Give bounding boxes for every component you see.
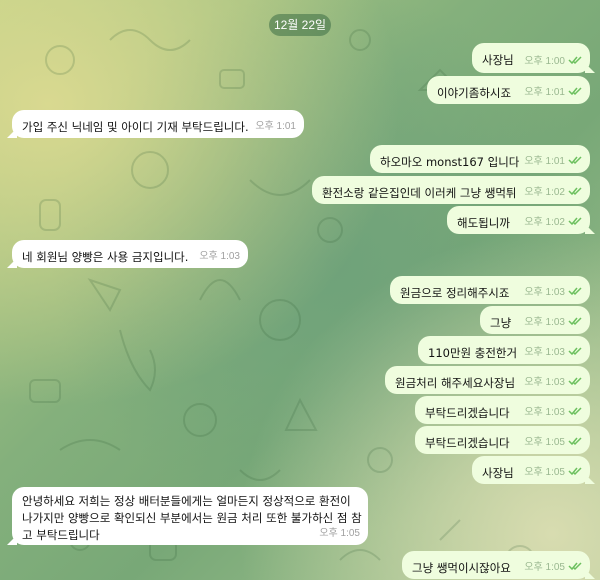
double-check-icon bbox=[568, 86, 582, 95]
message-bubble-incoming[interactable]: 안녕하세요 저희는 정상 배터분들에게는 얼마든지 정상적으로 환전이 나가지만… bbox=[12, 487, 368, 545]
message-time: 오후 1:03 bbox=[524, 407, 565, 418]
message-time: 오후 1:03 bbox=[199, 251, 240, 262]
message-time: 오후 1:05 bbox=[524, 467, 565, 478]
message-bubble-outgoing[interactable]: 사장님 오후 1:05 bbox=[472, 456, 590, 484]
double-check-icon bbox=[568, 346, 582, 355]
message-bubble-outgoing[interactable]: 그냥 오후 1:03 bbox=[480, 306, 590, 334]
message-meta: 오후 1:03 bbox=[524, 373, 582, 388]
message-meta: 오후 1:05 bbox=[524, 433, 582, 448]
message-text: 하오마오 monst167 입니다 bbox=[380, 155, 520, 169]
message-text: 그냥 쌩먹이시잖아요 bbox=[412, 561, 511, 575]
message-time: 오후 1:00 bbox=[524, 56, 565, 67]
message-text: 110만원 충전한거 bbox=[428, 346, 518, 360]
message-time: 오후 1:03 bbox=[524, 317, 565, 328]
double-check-icon bbox=[568, 286, 582, 295]
message-meta: 오후 1:02 bbox=[524, 213, 582, 228]
message-meta: 오후 1:00 bbox=[524, 52, 582, 67]
message-time: 오후 1:05 bbox=[524, 437, 565, 448]
message-bubble-outgoing[interactable]: 원금으로 정리해주시죠 오후 1:03 bbox=[390, 276, 590, 304]
double-check-icon bbox=[568, 561, 582, 570]
message-meta: 오후 1:03 bbox=[524, 283, 582, 298]
message-text: 해도됩니까 bbox=[457, 216, 510, 230]
message-text: 사장님 bbox=[482, 466, 514, 480]
message-meta: 오후 1:02 bbox=[524, 183, 582, 198]
message-time: 오후 1:05 bbox=[319, 528, 360, 539]
message-bubble-outgoing[interactable]: 사장님 오후 1:00 bbox=[472, 43, 590, 73]
message-time: 오후 1:03 bbox=[524, 347, 565, 358]
message-bubble-outgoing[interactable]: 부탁드리겠습니다 오후 1:03 bbox=[415, 396, 590, 424]
message-text: 안녕하세요 저희는 정상 배터분들에게는 얼마든지 정상적으로 환전이 나가지만… bbox=[22, 494, 362, 542]
message-meta: 오후 1:05 bbox=[524, 463, 582, 478]
message-text: 부탁드리겠습니다 bbox=[425, 406, 510, 420]
double-check-icon bbox=[568, 436, 582, 445]
message-time: 오후 1:03 bbox=[524, 287, 565, 298]
double-check-icon bbox=[568, 466, 582, 475]
message-text: 그냥 bbox=[490, 316, 512, 330]
message-text: 네 회원님 양빵은 사용 금지입니다. bbox=[22, 250, 189, 264]
message-text: 부탁드리겠습니다 bbox=[425, 436, 510, 450]
message-time: 오후 1:03 bbox=[524, 377, 565, 388]
message-meta: 오후 1:01 bbox=[524, 83, 582, 98]
double-check-icon bbox=[568, 316, 582, 325]
double-check-icon bbox=[568, 216, 582, 225]
message-time: 오후 1:01 bbox=[255, 121, 296, 132]
double-check-icon bbox=[568, 376, 582, 385]
message-bubble-outgoing[interactable]: 이야기좀하시죠 오후 1:01 bbox=[427, 76, 590, 104]
message-text: 사장님 bbox=[482, 53, 514, 67]
message-bubble-outgoing[interactable]: 해도됩니까 오후 1:02 bbox=[447, 206, 590, 234]
message-bubble-incoming[interactable]: 네 회원님 양빵은 사용 금지입니다. 오후 1:03 bbox=[12, 240, 248, 268]
message-meta: 오후 1:05 bbox=[319, 524, 360, 539]
date-separator: 12월 22일 bbox=[269, 14, 331, 36]
double-check-icon bbox=[568, 406, 582, 415]
message-time: 오후 1:01 bbox=[524, 156, 565, 167]
message-time: 오후 1:02 bbox=[524, 217, 565, 228]
message-text: 가입 주신 닉네임 및 아이디 기재 부탁드립니다. bbox=[22, 120, 249, 134]
message-text: 환전소랑 같은집인데 이러케 그냥 쌩먹튀 bbox=[322, 186, 517, 200]
message-text: 이야기좀하시죠 bbox=[437, 86, 512, 100]
message-text: 원금처리 해주세요사장님 bbox=[395, 376, 516, 390]
message-meta: 오후 1:01 bbox=[524, 152, 582, 167]
message-meta: 오후 1:01 bbox=[255, 117, 296, 132]
message-time: 오후 1:05 bbox=[524, 562, 565, 573]
message-meta: 오후 1:03 bbox=[524, 403, 582, 418]
double-check-icon bbox=[568, 186, 582, 195]
message-meta: 오후 1:03 bbox=[524, 343, 582, 358]
message-meta: 오후 1:03 bbox=[524, 313, 582, 328]
message-time: 오후 1:02 bbox=[524, 187, 565, 198]
message-bubble-incoming[interactable]: 가입 주신 닉네임 및 아이디 기재 부탁드립니다. 오후 1:01 bbox=[12, 110, 304, 138]
message-bubble-outgoing[interactable]: 원금처리 해주세요사장님 오후 1:03 bbox=[385, 366, 590, 394]
message-bubble-outgoing[interactable]: 그냥 쌩먹이시잖아요 오후 1:05 bbox=[402, 551, 590, 579]
message-time: 오후 1:01 bbox=[524, 87, 565, 98]
message-meta: 오후 1:03 bbox=[199, 247, 240, 262]
message-bubble-outgoing[interactable]: 부탁드리겠습니다 오후 1:05 bbox=[415, 426, 590, 454]
message-bubble-outgoing[interactable]: 하오마오 monst167 입니다 오후 1:01 bbox=[370, 145, 590, 173]
message-bubble-outgoing[interactable]: 110만원 충전한거 오후 1:03 bbox=[418, 336, 590, 364]
double-check-icon bbox=[568, 155, 582, 164]
message-bubble-outgoing[interactable]: 환전소랑 같은집인데 이러케 그냥 쌩먹튀 오후 1:02 bbox=[312, 176, 590, 204]
message-text: 원금으로 정리해주시죠 bbox=[400, 286, 510, 300]
double-check-icon bbox=[568, 55, 582, 64]
message-meta: 오후 1:05 bbox=[524, 558, 582, 573]
